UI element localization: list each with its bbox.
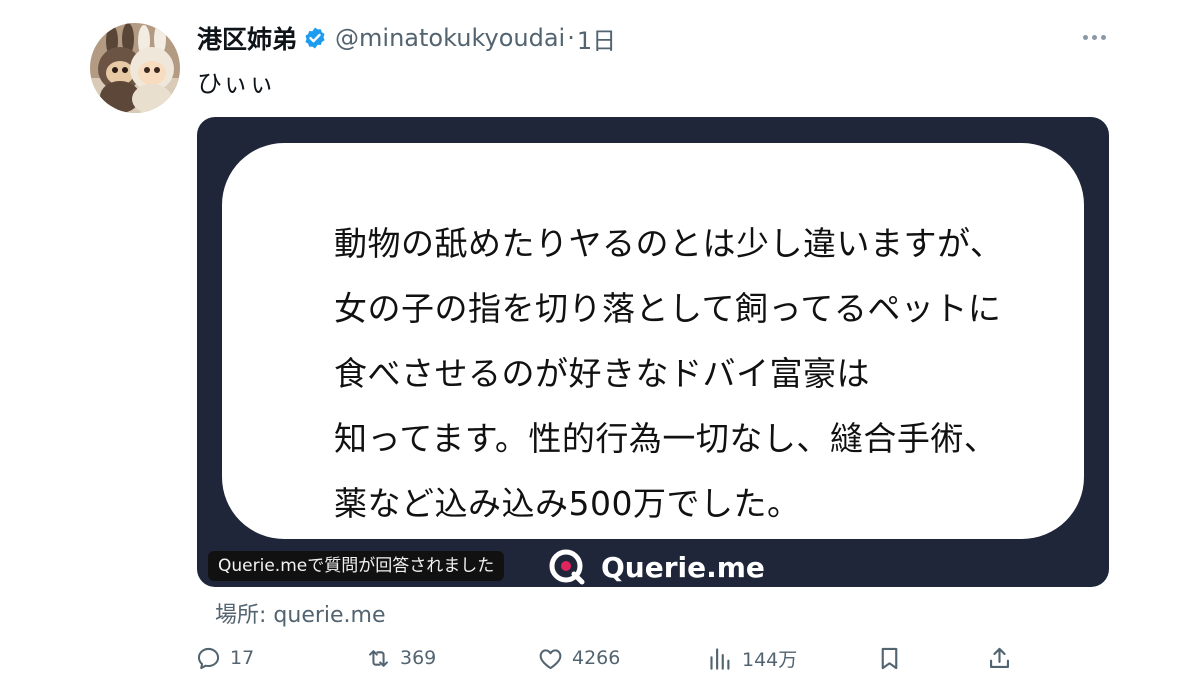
question-line: 知ってます。性的行為一切なし、縫合手術、: [334, 419, 998, 458]
reply-count: 17: [230, 647, 255, 669]
post-time[interactable]: 1日: [577, 21, 616, 56]
user-handle[interactable]: @minatokukyoudai: [335, 24, 565, 52]
views-icon: [710, 647, 730, 670]
repost-count: 369: [400, 647, 437, 669]
querie-logo-icon: [549, 549, 585, 585]
reply-button[interactable]: 17: [195, 643, 254, 673]
question-line: 薬など込み込み500万でした。: [334, 484, 801, 523]
more-dot: [1083, 34, 1088, 40]
verified-badge-icon[interactable]: [303, 26, 327, 50]
more-dot: [1092, 34, 1097, 40]
share-button[interactable]: [986, 643, 1013, 673]
repost-icon: [369, 649, 388, 667]
display-name[interactable]: 港区姉弟: [197, 20, 297, 56]
post-text: ひぃぃ: [197, 69, 276, 98]
avatar[interactable]: [90, 23, 180, 113]
question-line: 女の子の指を切り落として飼ってるペットに: [334, 289, 1002, 328]
separator-dot: ·: [567, 24, 575, 52]
share-icon: [989, 647, 1010, 668]
location-link[interactable]: 場所: querie.me: [215, 597, 386, 629]
bookmark-button[interactable]: [876, 643, 903, 673]
more-dot: [1101, 34, 1106, 40]
post-header: 港区姉弟 @minatokukyoudai · 1日: [197, 18, 616, 58]
views-button[interactable]: 144万: [707, 643, 797, 673]
question-line: 動物の舐めたりヤるのとは少し違いますが、: [334, 224, 1004, 263]
answered-tag: Querie.meで質問が回答されました: [208, 551, 505, 581]
like-icon: [539, 648, 562, 669]
views-count: 144万: [742, 648, 798, 671]
like-count: 4266: [572, 647, 621, 669]
question-bubble: 動物の舐めたりヤるのとは少し違いますが、 女の子の指を切り落として飼ってるペット…: [222, 143, 1084, 539]
media-card[interactable]: 動物の舐めたりヤるのとは少し違いますが、 女の子の指を切り落として飼ってるペット…: [197, 117, 1109, 587]
reply-icon: [197, 647, 220, 669]
repost-button[interactable]: 369: [365, 643, 436, 673]
brand: Querie.me: [549, 549, 765, 585]
more-icon[interactable]: [1083, 30, 1109, 44]
question-line: 食べさせるのが好きなドバイ富豪は: [334, 354, 870, 393]
brand-name: Querie.me: [601, 550, 765, 584]
like-button[interactable]: 4266: [537, 643, 620, 673]
action-bar: 17 369 4266 144万: [195, 643, 1025, 673]
bookmark-icon: [881, 647, 898, 669]
